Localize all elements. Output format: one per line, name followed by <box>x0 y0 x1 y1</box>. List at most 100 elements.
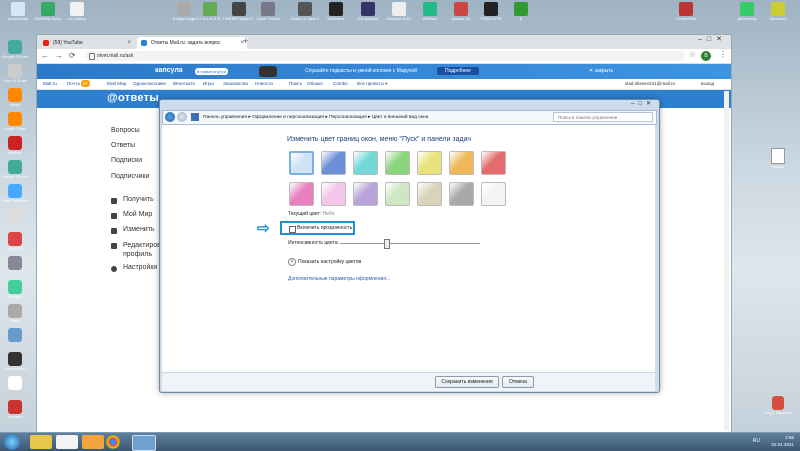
portal-link[interactable]: Знакомства <box>223 79 248 89</box>
desktop-icon[interactable]: Протокол <box>764 2 792 21</box>
desktop-icon[interactable]: Google Chrome <box>2 160 28 179</box>
language-indicator[interactable]: RU <box>753 438 760 444</box>
tab-youtube[interactable]: (59) YouTube × <box>39 37 134 49</box>
explorer-icon[interactable] <box>30 435 52 449</box>
banner-close-button[interactable]: ✕ закрыть <box>589 68 613 74</box>
banner-cta-button[interactable]: Подробнее <box>437 67 479 75</box>
desktop-icon[interactable]: Qtip 2.0 <box>2 232 28 251</box>
nav-subscriptions[interactable]: Подписки <box>111 157 142 164</box>
portal-link[interactable]: Mail.ru <box>43 79 57 89</box>
logout-link[interactable]: выход <box>701 79 714 89</box>
forward-arrow-icon[interactable] <box>177 112 187 122</box>
desktop-icon[interactable]: B <box>507 2 535 21</box>
color-swatch[interactable] <box>353 182 378 206</box>
chrome-icon[interactable] <box>106 435 120 449</box>
color-swatch[interactable] <box>289 151 314 175</box>
desktop-icon[interactable]: S.T.A.L.K.E.R. Зов Припяти <box>196 2 224 21</box>
desktop-icon-shortcut[interactable]: Ярлык <box>766 148 790 170</box>
desktop-icon[interactable] <box>2 256 28 270</box>
menu-icon[interactable]: ⋮ <box>719 50 727 59</box>
desktop-icon[interactable]: Ram Optimizer <box>2 184 28 203</box>
desktop-icon[interactable]: no_rutkey <box>63 2 91 21</box>
desktop-icon[interactable]: Avast Clean <box>2 112 28 131</box>
desktop-icon[interactable] <box>2 328 28 342</box>
intensity-slider[interactable] <box>340 243 480 244</box>
portal-link[interactable]: Новости <box>255 79 273 89</box>
color-swatch[interactable] <box>417 182 442 206</box>
color-swatch[interactable] <box>481 182 506 206</box>
desktop-icon[interactable] <box>2 376 28 390</box>
color-swatch[interactable] <box>289 182 314 206</box>
desktop-icon[interactable]: Компьютер <box>4 2 32 21</box>
desktop-icon[interactable]: Диспетчер <box>733 2 761 21</box>
desktop-icon[interactable]: Corel & Draw <box>2 64 28 83</box>
portal-link[interactable]: Мой Мир <box>107 79 126 89</box>
color-swatch[interactable] <box>481 151 506 175</box>
nav-subscribers[interactable]: Подписчики <box>111 173 150 180</box>
desktop-icon[interactable]: Warframe <box>322 2 350 21</box>
portal-link[interactable]: Почта <box>67 79 80 89</box>
desktop-icon[interactable]: Warface.EUC <box>385 2 413 21</box>
desktop-icon[interactable]: Google <box>2 280 28 299</box>
tab-otvet[interactable]: Ответы Mail.ru: задать вопрос × <box>137 37 247 49</box>
desktop-icon[interactable] <box>2 208 28 222</box>
desktop-icon[interactable]: Avast <box>2 88 28 107</box>
color-swatch[interactable] <box>385 182 410 206</box>
desktop-icon[interactable]: Бойцы Кадр <box>170 2 198 21</box>
close-icon[interactable]: × <box>127 37 131 49</box>
desktop-icon[interactable]: CS warface <box>354 2 382 21</box>
portal-link[interactable]: Все проекты ▾ <box>357 79 387 89</box>
show-color-mixer[interactable]: Показать настройку цветов <box>298 259 361 265</box>
color-swatch[interactable] <box>385 151 410 175</box>
back-arrow-icon[interactable] <box>165 112 175 122</box>
desktop-icon[interactable]: ОКЕАНА Блок Пит <box>34 2 62 21</box>
forward-button[interactable]: → <box>55 51 63 61</box>
desktop-icon[interactable]: Шмель 2Ч <box>447 2 475 21</box>
control-panel-taskbar-icon[interactable] <box>132 435 156 451</box>
color-swatch[interactable] <box>449 182 474 206</box>
portal-link[interactable]: Одноклассники <box>133 79 166 89</box>
start-button[interactable] <box>4 434 20 450</box>
desktop-icon[interactable]: Корзина <box>2 400 28 419</box>
url-bar[interactable]: otvet.mail.ru/ask <box>85 51 685 61</box>
color-swatch[interactable] <box>449 151 474 175</box>
desktop-icon[interactable]: Google Chrome <box>2 40 28 59</box>
desktop-icon[interactable]: Warface <box>416 2 444 21</box>
color-swatch[interactable] <box>353 151 378 175</box>
chevron-down-icon[interactable]: ˅ <box>288 258 296 266</box>
intensity-slider-thumb[interactable] <box>384 239 390 249</box>
nav-change[interactable]: Изменить <box>123 226 155 233</box>
desktop-icon[interactable]: Vectron <box>2 136 28 155</box>
color-swatch[interactable] <box>321 151 346 175</box>
portal-link[interactable]: ВКонтакте <box>173 79 195 89</box>
portal-link[interactable]: Игры <box>203 79 214 89</box>
save-button[interactable]: Сохранить изменения <box>435 376 499 388</box>
breadcrumb[interactable]: Панель управления ▸ Оформление и персона… <box>203 111 428 124</box>
user-email[interactable]: vlad.eliseev231@mail.ru <box>625 79 675 89</box>
new-tab-button[interactable]: + <box>243 36 248 46</box>
portal-link[interactable]: Поиск <box>289 79 302 89</box>
color-swatch[interactable] <box>417 151 442 175</box>
portal-link[interactable]: Облако <box>307 79 323 89</box>
nav-edit-profile[interactable]: Редактировать профиль <box>123 241 171 259</box>
nav-myworld[interactable]: Мой Мир <box>123 211 152 218</box>
nav-questions[interactable]: Вопросы <box>111 127 140 134</box>
window-controls[interactable]: –□✕ <box>631 100 655 107</box>
desktop-icon[interactable]: Pubg <box>2 304 28 323</box>
reload-button[interactable]: ⟳ <box>69 51 76 61</box>
desktop-icon[interactable]: PUBG LITE <box>477 2 505 21</box>
desktop-icon-recycle[interactable]: Ноут. Корзина <box>764 396 792 416</box>
window-controls[interactable]: –□✕ <box>698 35 727 43</box>
system-tray[interactable]: 2:56 02.01.2021 <box>771 434 794 448</box>
otvet-logo[interactable]: @ответы <box>107 92 159 104</box>
advanced-settings-link[interactable]: Дополнительные параметры оформления... <box>288 276 390 282</box>
desktop-icon[interactable]: World of Tank VE <box>291 2 319 21</box>
cancel-button[interactable]: Отмена <box>502 376 534 388</box>
control-panel-search[interactable]: Поиск в панели управления <box>553 112 653 122</box>
desktop-icon[interactable]: Настройки <box>2 352 28 371</box>
nav-get[interactable]: Получить <box>123 196 154 203</box>
desktop-icon[interactable]: Cyber Hunter <box>254 2 282 21</box>
desktop-icon[interactable]: ScreenPad <box>672 2 700 21</box>
nav-answers[interactable]: Ответы <box>111 142 135 149</box>
scrollbar[interactable] <box>724 91 729 431</box>
